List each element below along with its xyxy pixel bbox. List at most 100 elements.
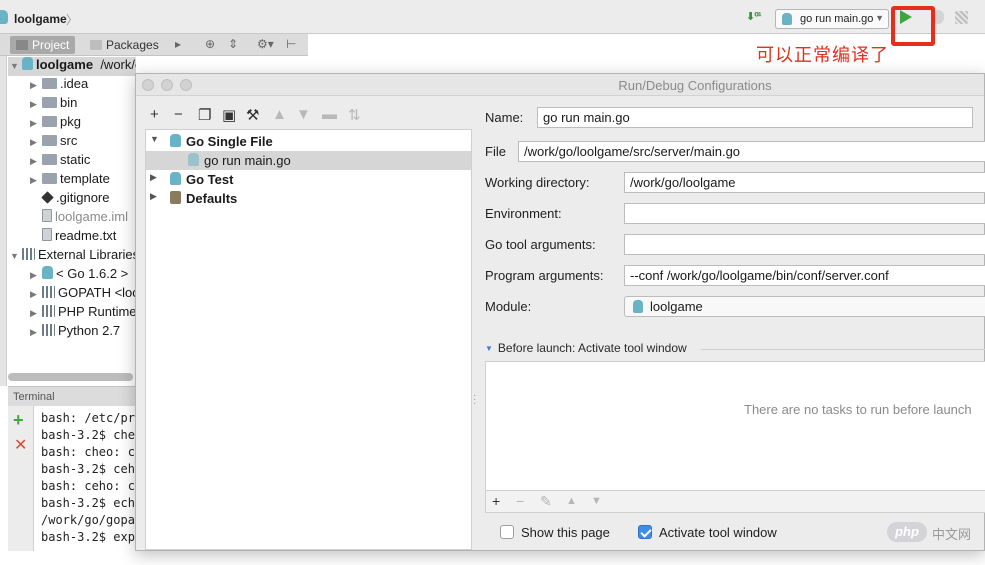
terminal-toolbar: + ✕ [8, 406, 34, 551]
tab-project[interactable]: Project [10, 36, 76, 54]
splitter-handle[interactable]: · · · [473, 391, 476, 409]
tree-group-label: Go Test [186, 172, 234, 187]
run-debug-dialog: Run/Debug Configurations + − ❐ ▣ ⚒ ▲ ▼ ▬… [135, 73, 985, 551]
file-input[interactable]: /work/go/loolgame/src/server/main.go [518, 141, 985, 162]
edit-task-icon[interactable]: ✎ [540, 493, 552, 510]
terminal-line: bash-3.2$ ech [41, 496, 135, 510]
tree-item-label: PHP Runtime [58, 304, 136, 319]
program-arguments-input[interactable]: --conf /work/go/loolgame/bin/conf/server… [624, 265, 985, 286]
tree-item[interactable]: ▶ GOPATH <loolgame> [30, 285, 136, 304]
tree-item[interactable]: readme.txt [42, 228, 116, 247]
add-task-icon[interactable]: + [492, 493, 500, 509]
folder-icon [42, 116, 57, 127]
tree-item[interactable]: ▶ template [30, 171, 110, 190]
tree-item-go-run-main[interactable]: go run main.go [146, 151, 471, 170]
sort-icon[interactable]: ⇅ [348, 106, 361, 124]
tree-item-label: pkg [60, 114, 81, 129]
project-tree: ▼loolgame /work/go/loolgame ▶.idea ▶bin … [8, 57, 136, 377]
tree-item-label: template [60, 171, 110, 186]
tree-item-label: Python 2.7 [58, 323, 121, 338]
add-icon[interactable]: + [150, 106, 159, 123]
sort-icon[interactable]: ⬇⁰¹ [746, 10, 762, 23]
copy-icon[interactable]: ❐ [198, 106, 211, 124]
tree-item[interactable]: ▶ src [30, 133, 77, 152]
remove-icon[interactable]: − [174, 106, 183, 123]
move-task-down-icon[interactable]: ▼ [591, 495, 602, 507]
terminal-output[interactable]: bash: /etc/pr bash-3.2$ che bash: cheo: … [41, 410, 141, 550]
file-icon [42, 228, 52, 241]
hide-panel-icon[interactable]: ⊢ [286, 37, 296, 51]
save-icon[interactable]: ▣ [222, 106, 236, 124]
horizontal-scrollbar[interactable] [8, 373, 133, 381]
run-configuration-label: go run main.go [800, 13, 874, 25]
tree-item-label: .gitignore [56, 190, 110, 205]
tree-item[interactable]: ▶ static [30, 152, 90, 171]
tab-project-label: Project [32, 38, 70, 52]
tree-item[interactable]: loolgame.iml [42, 209, 128, 228]
folder-icon [42, 135, 57, 146]
library-icon [42, 324, 55, 336]
name-input[interactable]: go run main.go [537, 107, 973, 128]
wrench-icon[interactable]: ⚒ [246, 106, 259, 124]
tree-group-go-single-file[interactable]: ▼ Go Single File [146, 132, 471, 151]
move-down-icon[interactable]: ▼ [296, 106, 311, 123]
tab-packages-label: Packages [106, 38, 159, 52]
tree-item[interactable]: ▶ bin [30, 95, 77, 114]
module-label: Module: [485, 299, 532, 314]
more-tabs-icon[interactable]: ▸ [175, 37, 181, 51]
tree-item[interactable]: ▶ < Go 1.6.2 > [30, 266, 128, 285]
chevron-right-icon: ▶ [30, 270, 37, 280]
folder-icon [42, 78, 57, 89]
show-this-page-checkbox[interactable] [500, 525, 514, 539]
program-arguments-label: Program arguments: [485, 268, 604, 283]
environment-label: Environment: [485, 206, 562, 221]
tree-item-root[interactable]: ▼ loolgame /work/go/loolgame [10, 57, 136, 76]
tree-item[interactable]: ▶ .idea [30, 76, 88, 95]
environment-input[interactable] [624, 203, 985, 224]
gopher-icon [188, 153, 199, 166]
activate-tool-window-checkbox[interactable] [638, 525, 652, 539]
tree-group-go-test[interactable]: ▶ Go Test [146, 170, 471, 189]
tree-item-label: .idea [60, 76, 89, 91]
tree-item[interactable]: ▶ PHP Runtime [30, 304, 136, 323]
run-configuration-select[interactable]: go run main.go ▼ [775, 9, 889, 29]
dialog-titlebar[interactable]: Run/Debug Configurations [136, 74, 984, 96]
tree-item-label: bin [60, 95, 78, 110]
tree-item[interactable]: .gitignore [41, 190, 110, 209]
before-launch-task-list[interactable]: There are no tasks to run before launch [485, 361, 985, 491]
tab-packages[interactable]: Packages [84, 36, 165, 54]
folder-icon[interactable]: ▬ [322, 106, 337, 123]
chevron-right-icon: ▶ [30, 175, 37, 185]
name-label: Name: [485, 110, 524, 125]
new-session-icon[interactable]: + [13, 410, 24, 431]
move-task-up-icon[interactable]: ▲ [566, 495, 577, 507]
tree-item-label: loolgame.iml [55, 209, 128, 224]
remove-task-icon[interactable]: − [516, 493, 524, 509]
module-select[interactable]: loolgame [624, 296, 985, 317]
tree-item-label: static [60, 152, 91, 167]
tree-item[interactable]: ▼ External Libraries [10, 247, 136, 266]
close-session-icon[interactable]: ✕ [14, 435, 27, 455]
tree-item[interactable]: ▶ Python 2.7 [30, 323, 120, 342]
terminal-line: bash-3.2$ ceh [41, 462, 135, 476]
chevron-down-icon: ▼ [150, 134, 159, 144]
chevron-right-icon: ▶ [30, 156, 37, 166]
chevron-right-icon: ▶ [30, 118, 37, 128]
collapse-icon[interactable]: ⇕ [228, 37, 238, 51]
move-up-icon[interactable]: ▲ [272, 106, 287, 123]
php-logo: php [887, 522, 927, 542]
tree-item[interactable]: ▶ pkg [30, 114, 81, 133]
go-tool-arguments-input[interactable] [624, 234, 985, 255]
coverage-icon[interactable] [955, 11, 968, 24]
folder-icon [42, 173, 57, 184]
breadcrumb-project[interactable]: loolgame [14, 12, 67, 26]
working-directory-input[interactable]: /work/go/loolgame [624, 172, 985, 193]
gopher-icon [633, 300, 643, 313]
side-strip [0, 56, 7, 386]
gear-icon[interactable]: ⚙▾ [257, 37, 274, 51]
library-icon [42, 305, 55, 317]
before-launch-header[interactable]: ▼ Before launch: Activate tool window [485, 341, 687, 355]
locate-icon[interactable]: ⊕ [205, 37, 215, 51]
tree-group-defaults[interactable]: ▶ Defaults [146, 189, 471, 208]
chevron-down-icon: ▼ [875, 13, 884, 23]
